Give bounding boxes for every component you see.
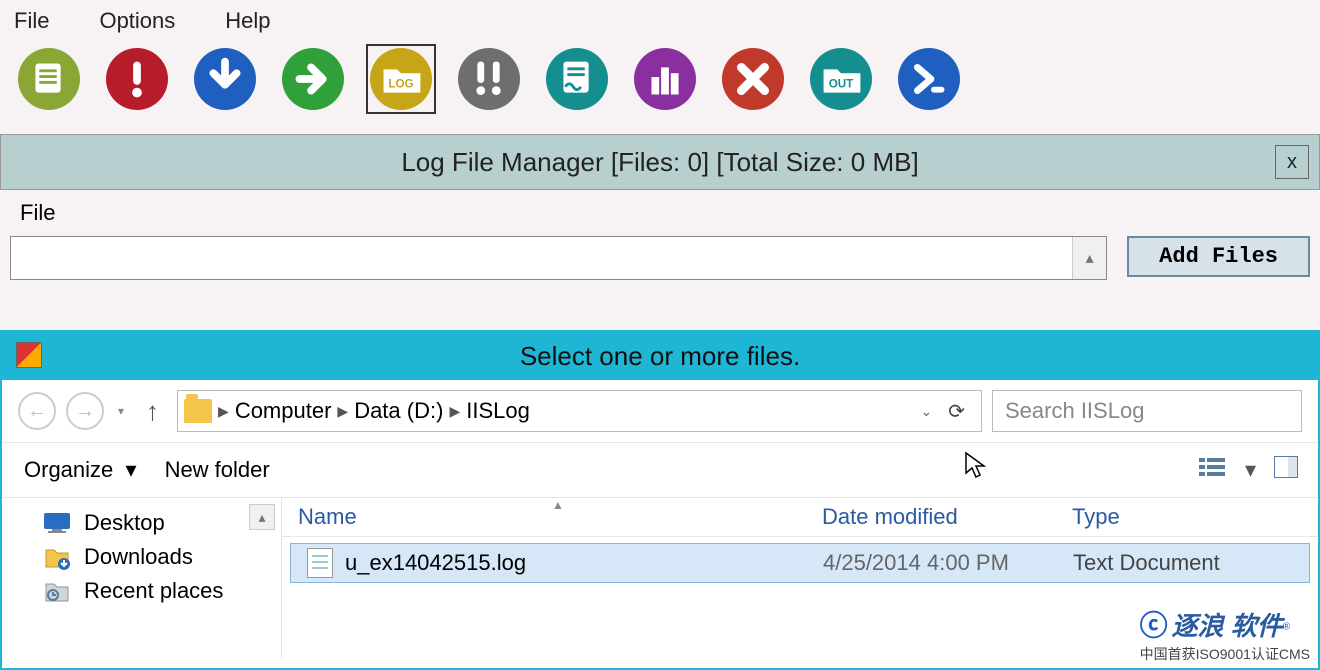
- svg-text:OUT: OUT: [829, 78, 854, 91]
- file-listbox[interactable]: ▴: [10, 236, 1107, 280]
- panel-submenu: File: [0, 190, 1320, 236]
- document-icon[interactable]: [14, 44, 84, 114]
- nav-back-icon[interactable]: ←: [18, 392, 56, 430]
- chevron-right-icon: ▶: [449, 403, 460, 420]
- main-toolbar: LOG OUT: [0, 40, 1320, 134]
- sidebar-label: Downloads: [84, 544, 193, 570]
- panel-submenu-file[interactable]: File: [20, 200, 55, 225]
- document-wave-icon[interactable]: [542, 44, 612, 114]
- menu-options[interactable]: Options: [99, 8, 175, 34]
- text-file-icon: [307, 548, 333, 578]
- dialog-toolbar: Organize ▾ New folder ▾: [2, 443, 1318, 498]
- view-options-icon[interactable]: [1199, 456, 1227, 484]
- sidebar-item-recent[interactable]: Recent places: [42, 574, 281, 608]
- main-menubar: File Options Help: [0, 0, 1320, 40]
- column-type[interactable]: Type: [1072, 504, 1318, 530]
- desktop-icon: [42, 511, 72, 535]
- breadcrumb-box[interactable]: ▶ Computer ▶ Data (D:) ▶ IISLog ⌄ ⟳: [177, 390, 982, 432]
- dialog-app-icon: [16, 342, 42, 368]
- chevron-right-icon: ▶: [218, 403, 229, 420]
- sidebar-scroll-up-icon[interactable]: ▴: [249, 504, 275, 530]
- recent-places-icon: [42, 578, 72, 604]
- menu-file[interactable]: File: [14, 8, 49, 34]
- double-alert-icon[interactable]: [454, 44, 524, 114]
- file-name-cell: u_ex14042515.log: [291, 548, 823, 578]
- chart-icon[interactable]: [630, 44, 700, 114]
- file-type-cell: Text Document: [1073, 550, 1220, 576]
- dialog-title-text: Select one or more files.: [520, 341, 800, 372]
- panel-close-button[interactable]: x: [1275, 145, 1309, 179]
- organize-menu[interactable]: Organize ▾: [24, 457, 137, 483]
- scroll-up-icon[interactable]: ▴: [1072, 237, 1106, 279]
- svg-text:LOG: LOG: [388, 78, 413, 91]
- nav-up-icon[interactable]: ↑: [138, 396, 167, 427]
- view-dropdown-icon[interactable]: ▾: [1245, 457, 1256, 483]
- nav-forward-icon[interactable]: →: [66, 392, 104, 430]
- powershell-icon[interactable]: [894, 44, 964, 114]
- search-placeholder: Search IISLog: [1005, 398, 1144, 424]
- panel-header: Log File Manager [Files: 0] [Total Size:…: [0, 134, 1320, 190]
- downloads-icon: [42, 544, 72, 570]
- refresh-icon[interactable]: ⟳: [938, 399, 975, 424]
- column-name[interactable]: Name▲: [282, 504, 822, 530]
- file-row[interactable]: u_ex14042515.log 4/25/2014 4:00 PM Text …: [290, 543, 1310, 583]
- explorer-sidebar: ▴ Desktop Downloads Recent places: [2, 498, 282, 658]
- crumb-computer[interactable]: Computer: [235, 398, 332, 424]
- crumb-dropdown-icon[interactable]: ⌄: [921, 403, 933, 420]
- crumb-folder[interactable]: IISLog: [466, 398, 530, 424]
- log-folder-icon[interactable]: LOG: [366, 44, 436, 114]
- watermark: ⓒ 逐浪 软件® 中国首获ISO9001认证CMS: [1140, 604, 1310, 664]
- file-list-row: ▴ Add Files: [0, 236, 1320, 280]
- explorer-body: ▴ Desktop Downloads Recent places Name▲ …: [2, 498, 1318, 658]
- chevron-right-icon: ▶: [337, 403, 348, 420]
- crumb-drive[interactable]: Data (D:): [354, 398, 443, 424]
- file-name-text: u_ex14042515.log: [345, 550, 526, 576]
- mouse-cursor-icon: [964, 451, 988, 488]
- download-icon[interactable]: [190, 44, 260, 114]
- file-open-dialog: Select one or more files. ← → ▾ ↑ ▶ Comp…: [0, 330, 1320, 670]
- dialog-titlebar: Select one or more files.: [2, 332, 1318, 380]
- file-date-cell: 4/25/2014 4:00 PM: [823, 550, 1073, 576]
- sidebar-item-desktop[interactable]: Desktop: [42, 506, 281, 540]
- sidebar-item-downloads[interactable]: Downloads: [42, 540, 281, 574]
- nav-history-dropdown-icon[interactable]: ▾: [114, 404, 128, 418]
- preview-pane-icon[interactable]: [1274, 456, 1298, 484]
- alert-icon[interactable]: [102, 44, 172, 114]
- close-icon[interactable]: [718, 44, 788, 114]
- panel-title: Log File Manager [Files: 0] [Total Size:…: [401, 147, 918, 178]
- new-folder-button[interactable]: New folder: [165, 457, 270, 483]
- sort-indicator-icon: ▲: [552, 498, 564, 512]
- menu-help[interactable]: Help: [225, 8, 270, 34]
- sidebar-label: Recent places: [84, 578, 223, 604]
- column-headers: Name▲ Date modified Type: [282, 498, 1318, 537]
- column-date[interactable]: Date modified: [822, 504, 1072, 530]
- search-input[interactable]: Search IISLog: [992, 390, 1302, 432]
- sidebar-label: Desktop: [84, 510, 165, 536]
- folder-icon: [184, 399, 212, 423]
- go-icon[interactable]: [278, 44, 348, 114]
- add-files-button[interactable]: Add Files: [1127, 236, 1310, 277]
- dialog-nav-row: ← → ▾ ↑ ▶ Computer ▶ Data (D:) ▶ IISLog …: [2, 380, 1318, 443]
- out-folder-icon[interactable]: OUT: [806, 44, 876, 114]
